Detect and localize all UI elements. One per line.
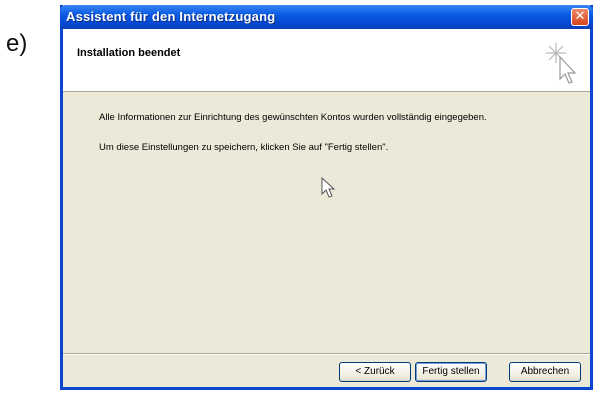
close-icon: ✕: [574, 9, 586, 24]
wizard-window: Assistent für den Internetzugang ✕ Insta…: [60, 5, 593, 390]
wizard-star-cursor-icon: [546, 43, 577, 84]
title-bar[interactable]: Assistent für den Internetzugang ✕: [60, 5, 593, 29]
screenshot: e) Assistent für den Internetzugang ✕ In…: [0, 0, 602, 393]
window-title: Assistent für den Internetzugang: [66, 9, 276, 24]
info-paragraph: Alle Informationen zur Einrichtung des g…: [99, 112, 487, 123]
mouse-cursor-icon: [321, 177, 336, 198]
back-button[interactable]: < Zurück: [339, 362, 411, 382]
instruction-paragraph: Um diese Einstellungen zu speichern, kli…: [99, 142, 389, 153]
footer-divider: [63, 353, 590, 355]
wizard-header: Installation beendet: [63, 29, 590, 92]
step-label: e): [6, 30, 28, 57]
finish-button[interactable]: Fertig stellen: [415, 362, 487, 382]
page-title: Installation beendet: [77, 47, 181, 59]
close-button[interactable]: ✕: [571, 8, 589, 26]
cancel-button[interactable]: Abbrechen: [509, 362, 581, 382]
